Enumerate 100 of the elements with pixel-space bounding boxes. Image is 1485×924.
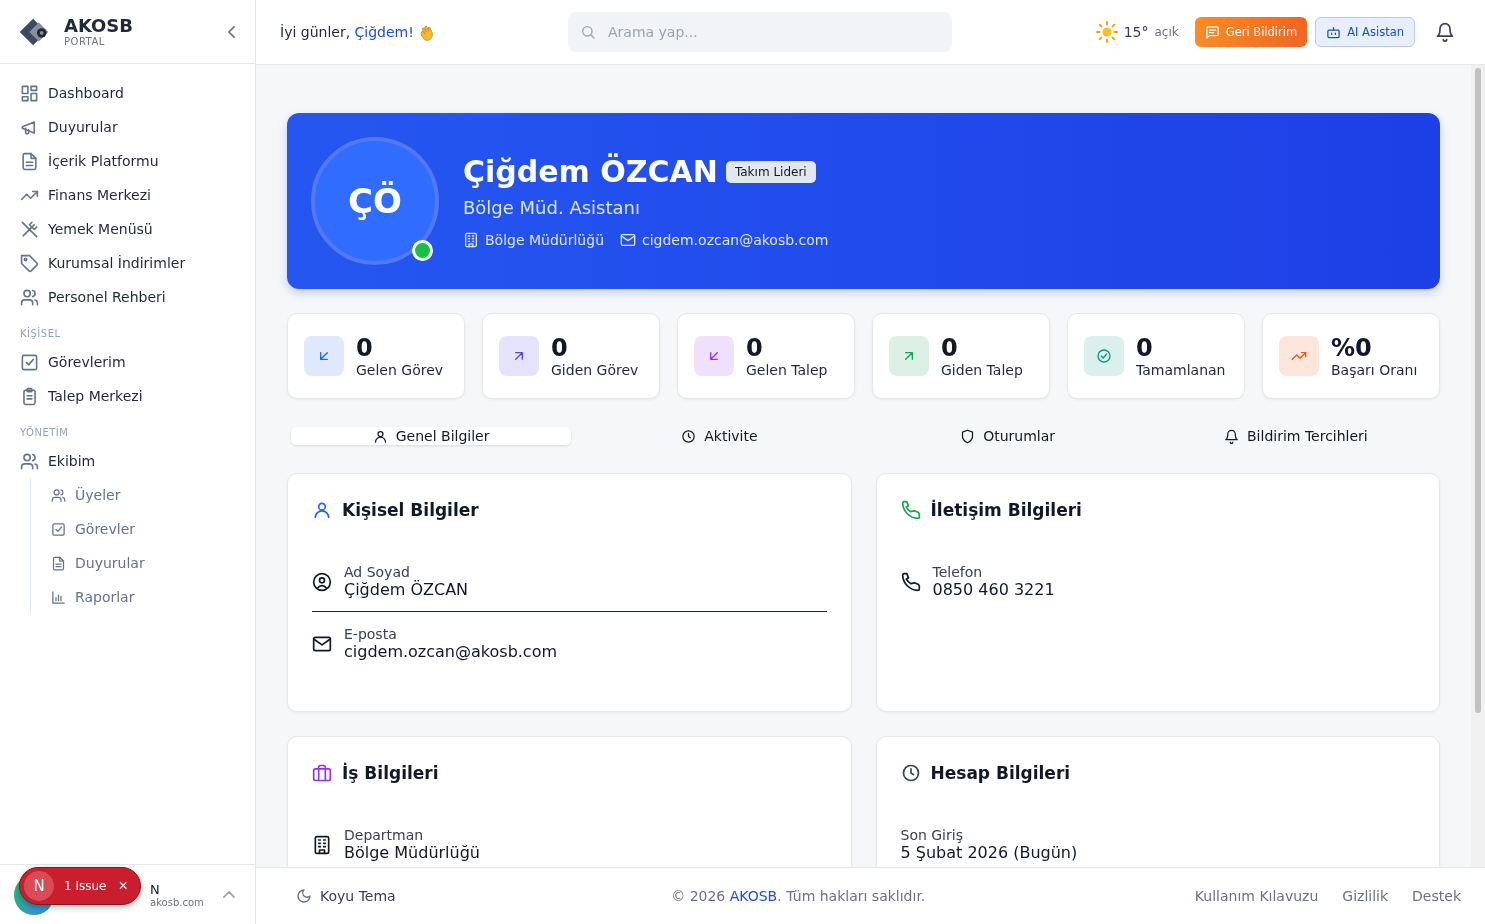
footer-link[interactable]: Kullanım Kılavuzu xyxy=(1194,888,1319,904)
clock-icon xyxy=(681,428,697,444)
dark-theme-toggle[interactable]: Koyu Tema xyxy=(290,887,402,905)
close-button[interactable]: × xyxy=(116,877,130,895)
nav-item[interactable]: İçerik Platformu xyxy=(12,144,243,178)
job-title: Bölge Müd. Asistanı xyxy=(463,197,641,218)
grid-icon xyxy=(20,83,39,103)
message-icon xyxy=(1204,24,1220,40)
copyright-text: © 2026 AKOSB. Tüm hakları saklıdır. xyxy=(670,888,927,904)
nav-item[interactable]: Duyurular xyxy=(12,110,243,144)
brand-subtitle: PORTAL xyxy=(64,36,106,47)
issue-logo: N xyxy=(24,871,54,901)
field-label: Departman xyxy=(344,827,425,843)
nav-item[interactable]: Duyurular xyxy=(31,546,243,580)
robot-icon xyxy=(1326,24,1342,40)
nav-item[interactable]: Görevlerim xyxy=(12,345,243,379)
search-field[interactable]: Arama yap... xyxy=(568,12,952,52)
user-name: N xyxy=(150,881,161,897)
nav-item[interactable]: Ekibim xyxy=(12,444,243,478)
nav-item[interactable]: Kurumsal İndirimler xyxy=(12,246,243,280)
chevron-left-icon xyxy=(228,25,235,38)
nav-item[interactable]: Dashboard xyxy=(12,76,243,110)
nav-item[interactable]: Görevler xyxy=(31,512,243,546)
stat-value: 0 xyxy=(356,334,374,362)
building-icon xyxy=(463,232,479,248)
avatar-initials: ÇÖ xyxy=(348,181,402,221)
users-icon xyxy=(20,451,39,471)
field-label: Son Giriş xyxy=(900,827,964,843)
stat-label: Gelen Talep xyxy=(746,362,828,378)
brand-name: AKOSB xyxy=(64,16,135,36)
tab[interactable]: Aktivite xyxy=(579,427,860,445)
card-title: Hesap Bilgileri xyxy=(930,763,1071,783)
department-text: Bölge Müdürlüğü xyxy=(485,232,604,248)
profile-name: Çiğdem ÖZCAN xyxy=(463,154,718,189)
section-heading: YÖNETİM xyxy=(19,425,70,440)
tab[interactable]: Genel Bilgiler xyxy=(291,427,572,445)
bar-chart-icon xyxy=(51,589,66,605)
user-circle-icon xyxy=(312,571,332,592)
footer-link[interactable]: Gizlilik xyxy=(1342,888,1389,904)
mail-icon xyxy=(620,232,636,248)
footer-link[interactable]: Destek xyxy=(1412,888,1461,904)
nav-item[interactable]: Personel Rehberi xyxy=(12,280,243,314)
nav-item[interactable]: Yemek Menüsü xyxy=(12,212,243,246)
sun-icon xyxy=(1095,21,1118,43)
stat-label: Tamamlanan xyxy=(1136,362,1226,378)
greeting-text: İyi günler, Çiğdem! xyxy=(280,24,414,40)
checkbox-icon xyxy=(51,521,66,537)
field-value: cigdem.ozcan@akosb.com xyxy=(344,642,558,661)
section-heading: KİŞİSEL xyxy=(19,326,62,341)
field-value: 5 Şubat 2026 (Bugün) xyxy=(900,843,1078,862)
card-title: İş Bilgileri xyxy=(342,763,439,783)
chevron-up-icon xyxy=(223,891,235,898)
nav-item[interactable]: Raporlar xyxy=(31,580,243,614)
user-icon xyxy=(372,428,388,444)
tag-icon xyxy=(20,253,39,273)
ai-assistant-button[interactable]: AI Asistan xyxy=(1315,17,1415,47)
stat-label: Başarı Oranı xyxy=(1331,362,1418,378)
stat-label: Giden Talep xyxy=(941,362,1023,378)
nav-item[interactable]: Üyeler xyxy=(31,478,243,512)
clipboard-icon xyxy=(20,386,39,406)
stat-value: 0 xyxy=(746,334,764,362)
stat-value: 0 xyxy=(941,334,959,362)
checkbox-icon xyxy=(20,352,39,372)
field-label: Ad Soyad xyxy=(344,564,411,580)
stat-value: 0 xyxy=(1136,334,1154,362)
nav-item[interactable]: Talep Merkezi xyxy=(12,379,243,413)
document-icon xyxy=(20,151,39,171)
notifications-icon xyxy=(1435,22,1455,42)
document-icon xyxy=(51,555,66,571)
field-value: 0850 460 3221 xyxy=(932,580,1055,599)
check-circle-icon xyxy=(1096,348,1112,364)
role-badge: Takım Lideri xyxy=(725,160,816,183)
stat-label: Giden Görev xyxy=(551,362,639,378)
tab[interactable]: Bildirim Tercihleri xyxy=(1155,427,1436,445)
card-title: Kişisel Bilgiler xyxy=(342,500,479,520)
nav-item[interactable]: Finans Merkezi xyxy=(12,178,243,212)
utensils-icon xyxy=(20,219,39,239)
users-icon xyxy=(51,487,66,503)
user-email: akosb.com xyxy=(150,896,205,908)
notifications-icon xyxy=(1224,428,1239,444)
field-value: Bölge Müdürlüğü xyxy=(344,843,480,862)
shield-icon xyxy=(960,428,976,444)
tab[interactable]: Oturumlar xyxy=(867,427,1148,445)
scrollbar[interactable] xyxy=(1471,65,1485,867)
users-icon xyxy=(20,287,39,307)
email-text: cigdem.ozcan@akosb.com xyxy=(642,232,829,248)
issue-badge[interactable]: N 1 Issue × xyxy=(19,867,141,905)
field-label: E-posta xyxy=(344,626,398,642)
stat-label: Gelen Görev xyxy=(356,362,444,378)
temperature: 15° xyxy=(1123,24,1149,40)
phone-icon xyxy=(900,571,921,592)
building-icon xyxy=(312,834,332,855)
stat-value: 0 xyxy=(551,334,569,362)
copyright-link[interactable]: AKOSB xyxy=(729,888,778,904)
card-title: İletişim Bilgileri xyxy=(930,500,1082,520)
issue-count: 1 Issue xyxy=(64,879,107,893)
field-label: Telefon xyxy=(932,564,984,580)
field-value: Çiğdem ÖZCAN xyxy=(344,580,469,599)
weather-condition: açık xyxy=(1154,25,1179,39)
stat-value: %0 xyxy=(1331,334,1373,362)
